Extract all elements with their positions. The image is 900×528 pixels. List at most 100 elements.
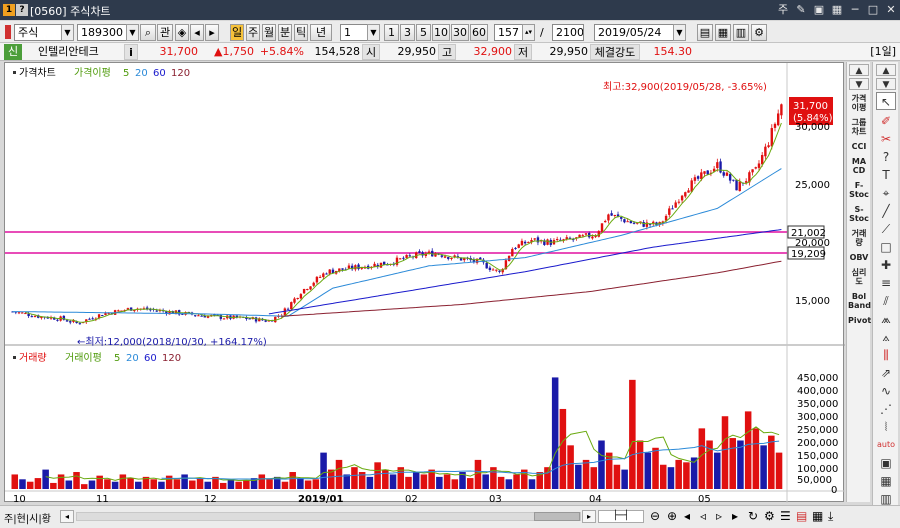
chart-area[interactable]: 가격차트 가격이평 5 20 60 120 거래량 거래이평 5 20 60 1… bbox=[4, 62, 845, 503]
interval-10-button[interactable]: 10 bbox=[432, 24, 450, 41]
indicator-item[interactable]: S- Stoc bbox=[848, 205, 870, 223]
indicator-item[interactable]: F- Stoc bbox=[848, 181, 870, 199]
settings-icon[interactable]: ⚙ bbox=[751, 24, 767, 41]
print-icon[interactable]: ▥ bbox=[733, 24, 749, 41]
auto-trend-icon[interactable]: auto bbox=[876, 436, 896, 454]
prev-page-icon[interactable]: ◃ bbox=[700, 509, 706, 523]
refresh-icon[interactable]: ↻ bbox=[748, 509, 758, 523]
tab-month[interactable]: 월 bbox=[262, 24, 276, 41]
text-icon[interactable]: T bbox=[876, 166, 896, 184]
chevron-down-icon[interactable]: ▼ bbox=[61, 24, 74, 41]
fibonacci-icon[interactable]: ≡ bbox=[876, 274, 896, 292]
arrow-icon[interactable]: ⇗ bbox=[876, 364, 896, 382]
cursor-icon[interactable]: ↖ bbox=[876, 92, 896, 110]
indicator-item[interactable]: Pivot bbox=[848, 316, 871, 325]
scroll-down-icon[interactable]: ▼ bbox=[876, 78, 896, 90]
minimize-icon[interactable]: ─ bbox=[848, 3, 862, 17]
tab-week[interactable]: 주 bbox=[246, 24, 260, 41]
search-icon[interactable]: ⌕ bbox=[140, 24, 156, 41]
indicator-item[interactable]: 그룹 차트 bbox=[848, 118, 870, 136]
settings-icon[interactable]: ⚙ bbox=[764, 509, 775, 523]
candle-icon[interactable]: ⫼ bbox=[876, 346, 896, 364]
maximize-icon[interactable]: □ bbox=[866, 3, 880, 17]
stock-code-input[interactable]: 189300 bbox=[77, 24, 127, 41]
help-badge[interactable]: ? bbox=[16, 4, 28, 16]
fan-icon[interactable]: ⟑ bbox=[876, 328, 896, 346]
interval-1-button[interactable]: 1 bbox=[384, 24, 399, 41]
stepper-icon[interactable]: ▴▾ bbox=[522, 24, 535, 41]
horizontal-scrollbar[interactable] bbox=[76, 512, 581, 521]
zoom-slider[interactable]: ├─┤ bbox=[598, 510, 644, 523]
interval-5-button[interactable]: 5 bbox=[416, 24, 431, 41]
window-icon-1[interactable]: 주 bbox=[776, 3, 790, 17]
alert-icon[interactable]: ▤ bbox=[796, 509, 807, 523]
parallel-icon[interactable]: ⩕ bbox=[876, 310, 896, 328]
save-icon[interactable]: ▤ bbox=[697, 24, 713, 41]
zoom-out-icon[interactable]: ⊖ bbox=[650, 509, 660, 523]
date-input[interactable]: 2019/05/24 bbox=[594, 24, 674, 41]
window-icon-3[interactable]: ▣ bbox=[812, 3, 826, 17]
rectangle-icon[interactable]: □ bbox=[876, 238, 896, 256]
chevron-down-icon[interactable]: ▼ bbox=[126, 24, 139, 41]
eraser-icon[interactable]: ✐ bbox=[876, 112, 896, 130]
select-icon[interactable]: ⌖ bbox=[876, 184, 896, 202]
indicator-item[interactable]: MA CD bbox=[848, 157, 870, 175]
wave-icon[interactable]: ∿ bbox=[876, 382, 896, 400]
line-tool-icon[interactable]: ╱ bbox=[876, 202, 896, 220]
export-icon[interactable]: ⤓ bbox=[828, 509, 833, 524]
close-icon[interactable]: ✕ bbox=[884, 3, 898, 17]
grid-view-icon[interactable]: ▦ bbox=[812, 509, 823, 523]
scroll-left-icon[interactable]: ◂ bbox=[60, 510, 74, 523]
zigzag-icon[interactable]: ⦚ bbox=[876, 418, 896, 436]
market-news-label[interactable]: 주|현|시|황 bbox=[4, 510, 51, 525]
interval-30-button[interactable]: 30 bbox=[451, 24, 469, 41]
chevron-down-icon[interactable]: ▼ bbox=[367, 24, 380, 41]
scroll-up-icon[interactable]: ▲ bbox=[876, 64, 896, 76]
bar-count-input[interactable]: 157 bbox=[494, 24, 524, 41]
tab-day[interactable]: 일 bbox=[230, 24, 244, 41]
channel-icon[interactable]: ⫽ bbox=[876, 292, 896, 310]
indicator-item[interactable]: CCI bbox=[848, 142, 870, 151]
info-icon[interactable]: i bbox=[124, 44, 138, 60]
total-count-input[interactable]: 2100 bbox=[552, 24, 584, 41]
table-icon[interactable]: ▦ bbox=[876, 472, 896, 490]
pattern-icon[interactable]: ⋰ bbox=[876, 400, 896, 418]
scroll-down-icon[interactable]: ▼ bbox=[849, 78, 869, 90]
scroll-thumb[interactable] bbox=[534, 512, 580, 521]
indicator-item[interactable]: OBV bbox=[848, 253, 870, 262]
help-icon[interactable]: ? bbox=[876, 148, 896, 166]
cross-line-icon[interactable]: ✚ bbox=[876, 256, 896, 274]
window-icon[interactable]: ▣ bbox=[876, 454, 896, 472]
interval-3-button[interactable]: 3 bbox=[400, 24, 415, 41]
scroll-up-icon[interactable]: ▲ bbox=[849, 64, 869, 76]
list-icon[interactable]: ☰ bbox=[780, 509, 791, 523]
indicator-item[interactable]: 거래 량 bbox=[848, 229, 870, 247]
watchlist-button[interactable]: 관 bbox=[157, 24, 173, 41]
tab-tick[interactable]: 틱 bbox=[294, 24, 308, 41]
scroll-icon[interactable]: ◈ bbox=[175, 24, 189, 41]
trend-line-icon[interactable]: ⟋ bbox=[876, 220, 896, 238]
interval-60-button[interactable]: 60 bbox=[470, 24, 488, 41]
next-page-icon[interactable]: ▹ bbox=[716, 509, 722, 523]
zoom-in-icon[interactable]: ⊕ bbox=[667, 509, 677, 523]
last-icon[interactable]: ▸ bbox=[732, 509, 738, 523]
indicator-item[interactable]: 가격 이평 bbox=[848, 94, 870, 112]
next-icon[interactable]: ▸ bbox=[205, 24, 219, 41]
chart-canvas[interactable]: 가격차트 가격이평 5 20 60 120 거래량 거래이평 5 20 60 1… bbox=[5, 63, 845, 503]
edit-icon[interactable]: ✎ bbox=[794, 3, 808, 17]
scroll-right-icon[interactable]: ▸ bbox=[582, 510, 596, 523]
volume-bar bbox=[258, 474, 266, 489]
window-icon-4[interactable]: ▦ bbox=[830, 3, 844, 17]
interval-select[interactable]: 1 bbox=[340, 24, 368, 41]
market-select[interactable]: 주식 bbox=[14, 24, 62, 41]
calendar-dropdown-icon[interactable]: ▼ bbox=[673, 24, 686, 41]
indicator-item[interactable]: 심리 도 bbox=[848, 268, 870, 286]
prev-icon[interactable]: ◂ bbox=[190, 24, 204, 41]
indicator-item[interactable]: Bol Band bbox=[848, 292, 871, 310]
grid-icon[interactable]: ▦ bbox=[715, 24, 731, 41]
delete-icon[interactable]: ✂ bbox=[876, 130, 896, 148]
first-icon[interactable]: ◂ bbox=[684, 509, 690, 523]
tab-minute[interactable]: 분 bbox=[278, 24, 292, 41]
candle-body bbox=[17, 312, 21, 314]
tab-year[interactable]: 년 bbox=[310, 24, 332, 41]
